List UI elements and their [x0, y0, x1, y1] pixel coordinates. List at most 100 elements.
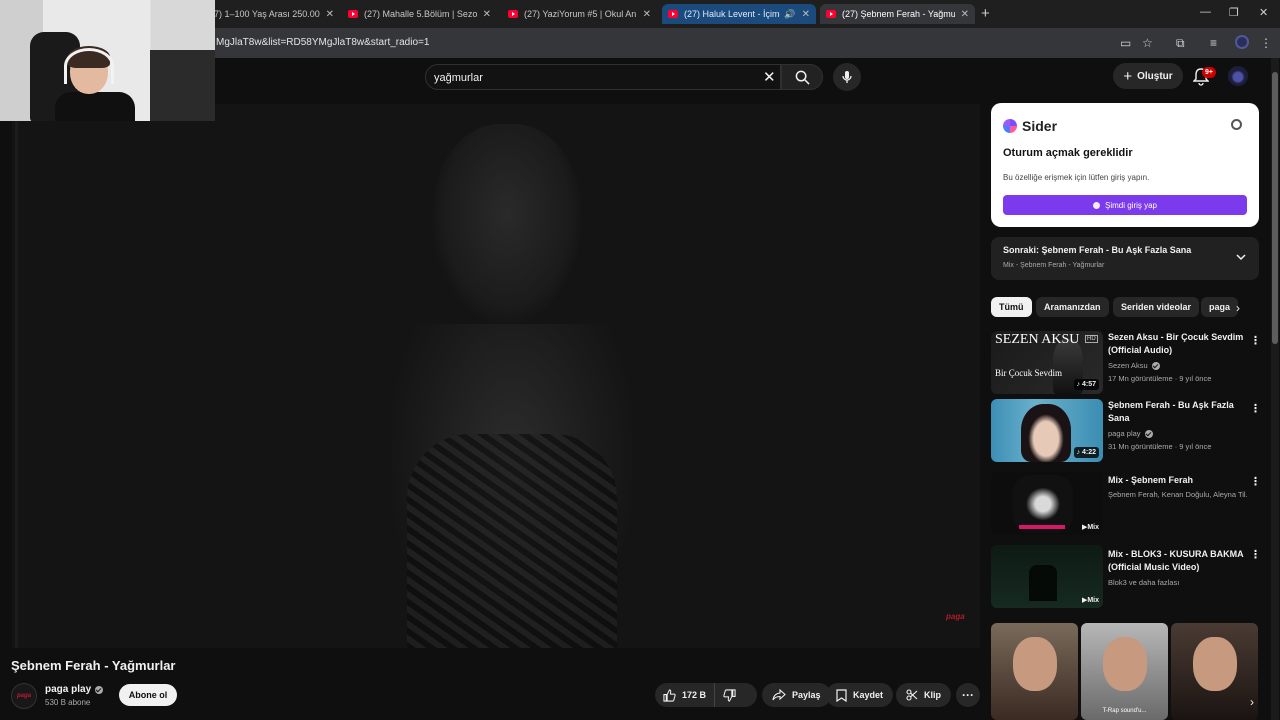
- kebab-menu-icon[interactable]: ⋮: [1250, 402, 1261, 415]
- kebab-menu-icon[interactable]: ⋮: [1250, 334, 1261, 347]
- subscribe-button[interactable]: Abone ol: [119, 684, 177, 706]
- verified-icon: [1151, 361, 1160, 370]
- close-icon[interactable]: ✕: [643, 9, 651, 20]
- thumbnail-figure: [1029, 565, 1057, 601]
- channel-name[interactable]: paga play: [45, 684, 91, 695]
- browser-tab-active[interactable]: (27) Şebnem Ferah - Yağmurlar ✕: [820, 4, 975, 24]
- restore-icon[interactable]: ❐: [1229, 6, 1239, 19]
- search-icon: [795, 70, 810, 85]
- search-button[interactable]: [781, 64, 823, 90]
- recommendation-title[interactable]: Şebnem Ferah - Bu Aşk Fazla Sana: [1108, 399, 1244, 425]
- video-watermark: paga: [946, 612, 965, 621]
- up-next-card[interactable]: Sonraki: Şebnem Ferah - Bu Aşk Fazla San…: [991, 237, 1259, 280]
- duration-text: 4:22: [1081, 449, 1096, 456]
- recommendation-item[interactable]: ▶︎ Mix Mix - BLOK3 - KUSURA BAKMA (Offic…: [991, 545, 1261, 609]
- browser-profile-avatar[interactable]: [1235, 35, 1249, 49]
- media-control-icon[interactable]: ≡: [1210, 36, 1217, 50]
- save-button[interactable]: Kaydet: [826, 683, 894, 707]
- verified-icon: [1144, 429, 1153, 438]
- kebab-menu-icon[interactable]: ⋮: [1250, 548, 1261, 561]
- recommendation-channel: Sezen Aksu: [1108, 361, 1148, 370]
- create-button[interactable]: + Oluştur: [1113, 63, 1183, 89]
- filter-chips: Tümü Aramanızdan Seriden videolar paga: [991, 297, 1253, 319]
- minimize-icon[interactable]: —: [1200, 6, 1211, 18]
- chevron-down-icon[interactable]: [1235, 251, 1247, 263]
- thumbs-down-icon: [723, 688, 736, 702]
- mix-badge: ▶︎ Mix: [1081, 523, 1099, 532]
- close-icon[interactable]: ✕: [802, 9, 810, 20]
- close-icon[interactable]: ✕: [483, 9, 491, 20]
- clear-search-icon[interactable]: ✕: [763, 68, 776, 86]
- close-icon[interactable]: ✕: [961, 9, 969, 20]
- browser-tab-playing[interactable]: (27) Haluk Levent - İçimde 🔊 ✕: [662, 4, 816, 24]
- video-thumbnail[interactable]: ♪ 4:22: [991, 399, 1103, 462]
- mix-thumbnail[interactable]: ▶︎ Mix: [991, 472, 1103, 535]
- video-title: Şebnem Ferah - Yağmurlar: [11, 658, 176, 673]
- cast-icon[interactable]: ▭: [1120, 36, 1131, 50]
- settings-icon[interactable]: [1231, 119, 1242, 130]
- share-button[interactable]: Paylaş: [762, 683, 831, 707]
- recommendation-channel-row: paga play: [1108, 429, 1248, 438]
- mix-thumbnail[interactable]: ▶︎ Mix: [991, 545, 1103, 608]
- like-dislike-group: 172 B: [655, 683, 757, 707]
- up-next-title: Sonraki: Şebnem Ferah - Bu Aşk Fazla San…: [1003, 245, 1192, 255]
- sider-login-button[interactable]: Şimdi giriş yap: [1003, 195, 1247, 215]
- thumbnail-figure: [1013, 637, 1057, 691]
- recommendation-item[interactable]: ▶︎ Mix Mix - Şebnem Ferah Şebnem Ferah, …: [991, 472, 1261, 536]
- save-label: Kaydet: [853, 690, 884, 700]
- channel-name-row[interactable]: paga play: [45, 684, 104, 695]
- channel-avatar[interactable]: paga: [11, 683, 37, 709]
- video-player[interactable]: [12, 104, 980, 648]
- short-thumbnail[interactable]: [991, 623, 1078, 720]
- subscriber-count: 530 B abone: [45, 698, 91, 707]
- search-box[interactable]: [425, 64, 781, 90]
- recommendation-title[interactable]: Mix - Şebnem Ferah: [1108, 474, 1244, 487]
- browser-tab[interactable]: (27) Mahalle 5.Bölüm | Sezon 2 ✕: [342, 4, 497, 24]
- recommendation-channel: paga play: [1108, 429, 1141, 438]
- page-scrollbar[interactable]: [1271, 58, 1279, 720]
- recommendation-title[interactable]: Sezen Aksu - Bir Çocuk Sevdim (Official …: [1108, 331, 1244, 357]
- thumbnail-figure: [1021, 404, 1071, 462]
- browser-menu-icon[interactable]: ⋮: [1260, 36, 1272, 50]
- recommendation-title[interactable]: Mix - BLOK3 - KUSURA BAKMA (Official Mus…: [1108, 548, 1244, 574]
- bookmark-star-icon[interactable]: ☆: [1142, 36, 1153, 50]
- video-frame-figure: [432, 124, 582, 324]
- like-button[interactable]: 172 B: [655, 683, 716, 707]
- short-thumbnail[interactable]: T-Rap sound'u...: [1081, 623, 1168, 720]
- browser-tab[interactable]: (27) YaziYorum #5 | Okul Anıları ✕: [502, 4, 657, 24]
- account-avatar[interactable]: [1228, 66, 1248, 86]
- short-thumbnail[interactable]: [1171, 623, 1258, 720]
- chevron-right-icon[interactable]: ›: [1250, 695, 1254, 709]
- chip-all[interactable]: Tümü: [991, 297, 1032, 317]
- dislike-button[interactable]: [715, 688, 750, 702]
- scrollbar-thumb[interactable]: [1272, 72, 1278, 344]
- chip-from-search[interactable]: Aramanızdan: [1036, 297, 1109, 317]
- new-tab-icon[interactable]: +: [981, 5, 990, 22]
- sider-subtext: Bu özelliğe erişmek için lütfen giriş ya…: [1003, 173, 1150, 182]
- voice-search-button[interactable]: [833, 63, 861, 91]
- close-window-icon[interactable]: ✕: [1259, 6, 1268, 19]
- more-actions-button[interactable]: ···: [956, 683, 980, 707]
- close-icon[interactable]: ✕: [326, 9, 334, 20]
- tab-title: (27) Şebnem Ferah - Yağmurlar: [842, 9, 955, 19]
- chevron-right-icon[interactable]: ›: [1236, 301, 1240, 315]
- duration-badge: ♪ 4:22: [1073, 447, 1099, 458]
- chip-from-series[interactable]: Seriden videolar: [1113, 297, 1200, 317]
- clip-button[interactable]: Klip: [896, 683, 951, 707]
- notification-count-badge: 9+: [1202, 67, 1216, 78]
- recommendation-item[interactable]: ♪ 4:22 Şebnem Ferah - Bu Aşk Fazla Sana …: [991, 399, 1261, 463]
- kebab-menu-icon[interactable]: ⋮: [1250, 475, 1261, 488]
- speaker-icon[interactable]: 🔊: [784, 9, 795, 20]
- video-thumbnail[interactable]: SEZEN AKSU Bir Çocuk Sevdim HD ♪ 4:57: [991, 331, 1103, 394]
- extensions-icon[interactable]: ⧉: [1176, 36, 1185, 51]
- create-label: Oluştur: [1137, 70, 1173, 82]
- recommendation-meta: 31 Mn görüntüleme · 9 yıl önce: [1108, 442, 1212, 451]
- youtube-icon: [508, 10, 518, 18]
- recommendation-meta: 17 Mn görüntüleme · 9 yıl önce: [1108, 374, 1212, 383]
- sider-login-label: Şimdi giriş yap: [1104, 200, 1157, 210]
- url-text[interactable]: MgJlaT8w&list=RD58YMgJlaT8w&start_radio=…: [216, 37, 429, 48]
- browser-tab[interactable]: 7) 1–100 Yaş Arası 250.000 Do ✕: [208, 4, 340, 24]
- recommendation-item[interactable]: SEZEN AKSU Bir Çocuk Sevdim HD ♪ 4:57 Se…: [991, 331, 1261, 395]
- chip-channel[interactable]: paga: [1201, 297, 1239, 317]
- search-input[interactable]: [434, 69, 754, 87]
